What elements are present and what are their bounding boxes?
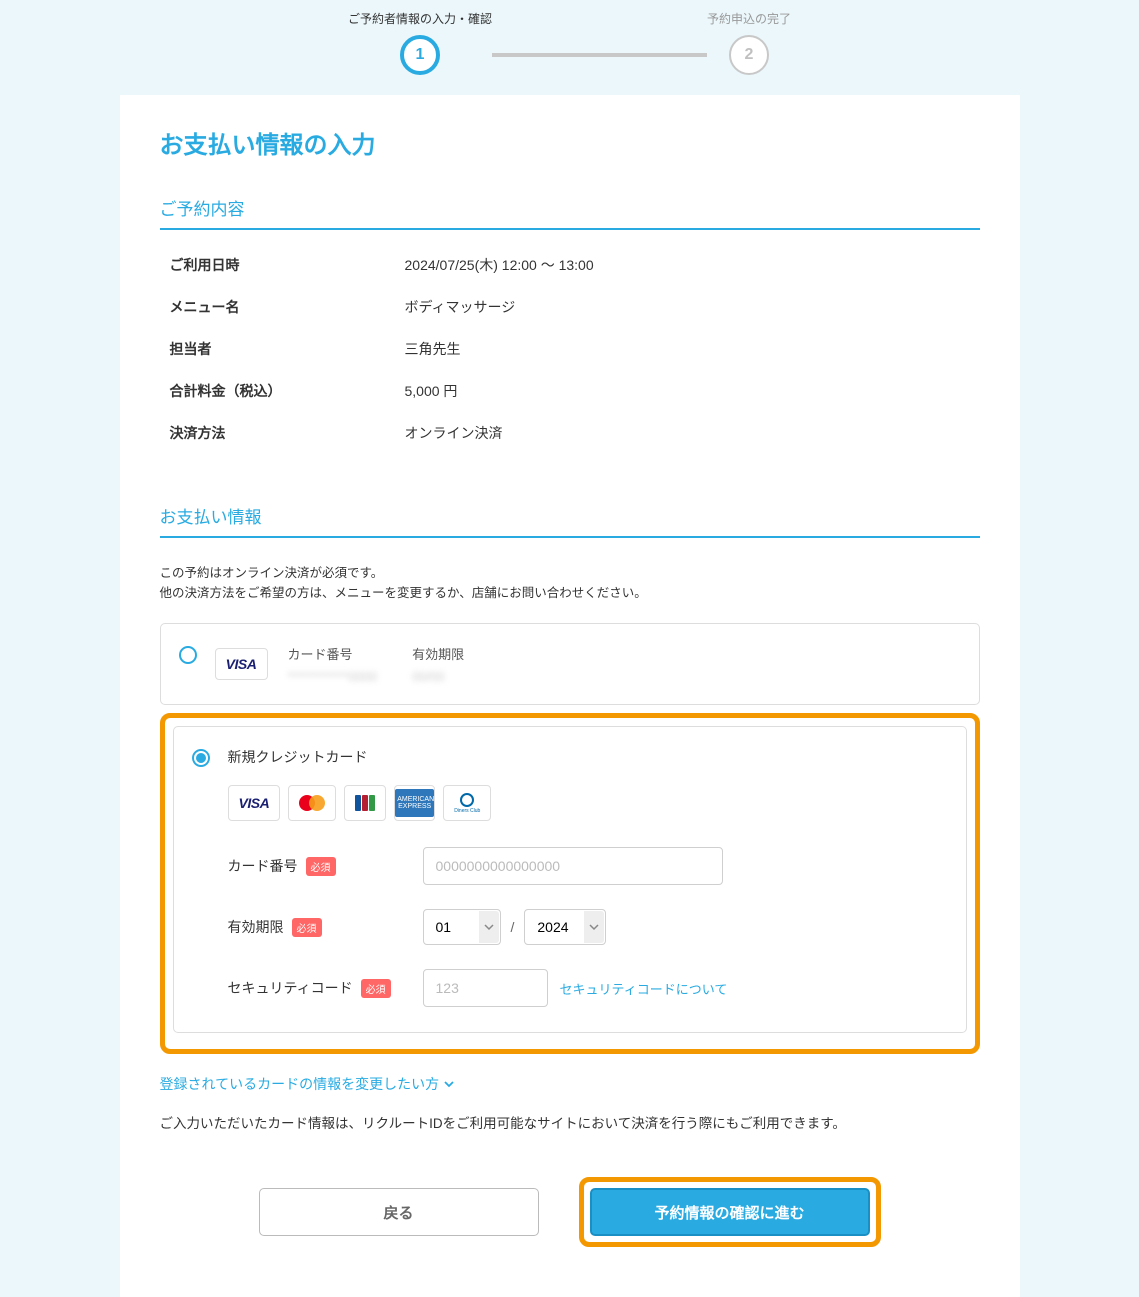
value-staff: 三角先生	[405, 339, 461, 359]
required-badge: 必須	[361, 979, 391, 998]
new-card-option[interactable]: 新規クレジットカード VISA	[173, 726, 967, 1033]
value-price: 5,000 円	[405, 381, 458, 401]
saved-card-number-value: ************0000	[288, 669, 378, 684]
saved-card-option[interactable]: VISA カード番号 ************0000 有効期限 00/00	[160, 623, 980, 705]
expiry-separator: /	[511, 919, 515, 935]
jcb-icon	[344, 785, 386, 821]
payment-note: この予約はオンライン決済が必須です。 他の決済方法をご希望の方は、メニューを変更…	[160, 563, 980, 603]
card-number-label: カード番号 必須	[228, 856, 423, 876]
expiry-month-select[interactable]: 01	[423, 909, 501, 945]
change-saved-card-link[interactable]: 登録されているカードの情報を変更したい方	[160, 1074, 456, 1094]
reservation-table: ご利用日時 2024/07/25(木) 12:00 ～ 13:00 メニュー名 …	[160, 255, 980, 443]
row-price: 合計料金（税込） 5,000 円	[170, 381, 970, 401]
required-badge: 必須	[306, 857, 336, 876]
saved-card-number-label: カード番号	[288, 644, 378, 663]
expiry-year-select[interactable]: 2024	[524, 909, 606, 945]
label-price: 合計料金（税込）	[170, 381, 405, 401]
new-card-radio[interactable]	[192, 749, 210, 767]
row-method: 決済方法 オンライン決済	[170, 423, 970, 443]
saved-card-expiry-value: 00/00	[412, 669, 464, 684]
button-row: 戻る 予約情報の確認に進む	[160, 1177, 980, 1247]
saved-card-expiry-label: 有効期限	[412, 644, 464, 663]
cvv-input[interactable]	[423, 969, 548, 1007]
value-menu: ボディマッサージ	[405, 297, 516, 317]
label-menu: メニュー名	[170, 297, 405, 317]
required-badge: 必須	[292, 918, 322, 937]
brand-row: VISA	[228, 785, 948, 821]
label-staff: 担当者	[170, 339, 405, 359]
payment-note-line2: 他の決済方法をご希望の方は、メニューを変更するか、店舗にお問い合わせください。	[160, 583, 980, 603]
card-disclosure: ご入力いただいたカード情報は、リクルートIDをご利用可能なサイトにおいて決済を行…	[160, 1112, 980, 1132]
payment-heading: お支払い情報	[160, 503, 980, 538]
step-2-circle: 2	[729, 35, 769, 75]
value-datetime: 2024/07/25(木) 12:00 ～ 13:00	[405, 255, 594, 275]
label-datetime: ご利用日時	[170, 255, 405, 275]
label-method: 決済方法	[170, 423, 405, 443]
row-staff: 担当者 三角先生	[170, 339, 970, 359]
proceed-highlight: 予約情報の確認に進む	[579, 1177, 881, 1247]
step-line	[492, 53, 707, 57]
proceed-button[interactable]: 予約情報の確認に進む	[590, 1188, 870, 1236]
mastercard-icon	[288, 785, 336, 821]
payment-note-line1: この予約はオンライン決済が必須です。	[160, 563, 980, 583]
new-card-highlight: 新規クレジットカード VISA	[160, 713, 980, 1054]
amex-icon: AMERICANEXPRESS	[394, 785, 435, 821]
page-title: お支払い情報の入力	[160, 125, 980, 160]
row-datetime: ご利用日時 2024/07/25(木) 12:00 ～ 13:00	[170, 255, 970, 275]
card-number-input[interactable]	[423, 847, 723, 885]
reservation-heading: ご予約内容	[160, 195, 980, 230]
row-menu: メニュー名 ボディマッサージ	[170, 297, 970, 317]
diners-icon: Diners Club	[443, 785, 491, 821]
step-2-label: 予約申込の完了	[707, 10, 791, 27]
chevron-down-icon	[443, 1078, 455, 1090]
new-card-title: 新規クレジットカード	[228, 747, 948, 767]
stepper: ご予約者情報の入力・確認 1 予約申込の完了 2	[0, 0, 1139, 95]
saved-card-radio[interactable]	[179, 646, 197, 664]
visa-icon: VISA	[228, 785, 281, 821]
step-2: 予約申込の完了 2	[707, 10, 791, 75]
cvv-label: セキュリティコード 必須	[228, 978, 423, 998]
cvv-help-link[interactable]: セキュリティコードについて	[560, 979, 728, 998]
step-1: ご予約者情報の入力・確認 1	[348, 10, 492, 75]
step-1-circle: 1	[400, 35, 440, 75]
back-button[interactable]: 戻る	[259, 1188, 539, 1236]
step-1-label: ご予約者情報の入力・確認	[348, 10, 492, 27]
value-method: オンライン決済	[405, 423, 503, 443]
visa-icon: VISA	[215, 648, 268, 680]
expiry-label: 有効期限 必須	[228, 917, 423, 937]
main-card: お支払い情報の入力 ご予約内容 ご利用日時 2024/07/25(木) 12:0…	[120, 95, 1020, 1297]
